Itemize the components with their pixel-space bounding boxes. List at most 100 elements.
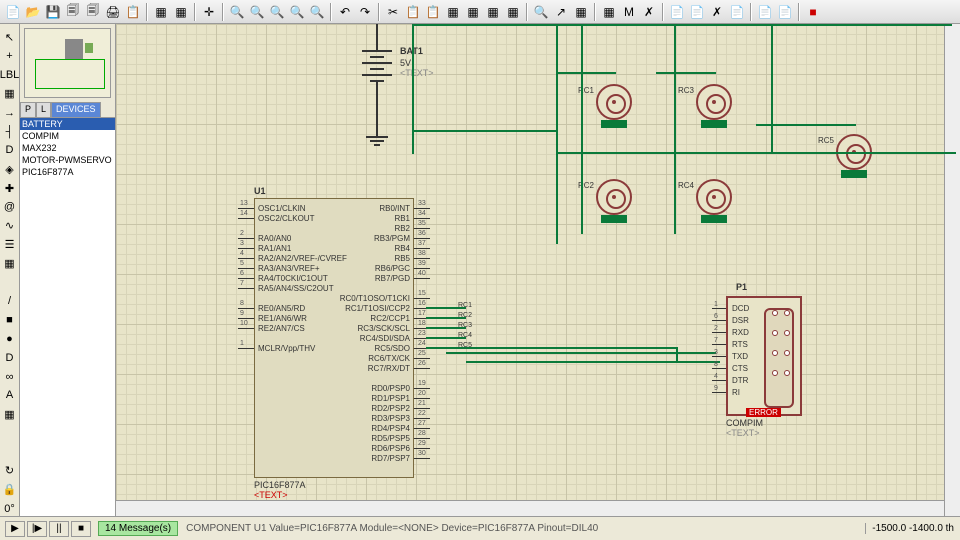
tab-l[interactable]: L (36, 102, 51, 117)
toolbar-btn-28[interactable]: ▦ (504, 3, 522, 21)
toolbar-btn-17[interactable]: 🔍 (308, 3, 326, 21)
left-tool-13[interactable] (2, 275, 18, 290)
toolbar-btn-41[interactable]: 📄 (728, 3, 746, 21)
tab-p[interactable]: P (20, 102, 36, 117)
toolbar-btn-15[interactable]: 🔍 (268, 3, 286, 21)
motor-rc3[interactable] (696, 84, 732, 120)
toolbar-btn-32[interactable]: ▦ (572, 3, 590, 21)
left-tool-4[interactable]: → (2, 105, 18, 120)
toolbar-btn-22[interactable]: ✂ (384, 3, 402, 21)
scrollbar-horizontal[interactable] (116, 500, 944, 516)
toolbar-btn-5[interactable]: 🖨 (104, 3, 122, 21)
toolbar-btn-1[interactable]: 📂 (24, 3, 42, 21)
motor-rc4[interactable] (696, 179, 732, 215)
device-list[interactable]: BATTERYCOMPIMMAX232MOTOR-PWMSERVOPIC16F8… (20, 118, 115, 516)
left-tool-14[interactable]: / (2, 294, 18, 309)
toolbar-btn-34[interactable]: ▦ (600, 3, 618, 21)
motor-rc1[interactable] (596, 84, 632, 120)
left-tool-5[interactable]: ┤ (2, 124, 18, 139)
db9-error: ERROR (746, 408, 781, 417)
toolbar-btn-2[interactable]: 💾 (44, 3, 62, 21)
left-tool-24[interactable]: 🔒 (2, 482, 18, 497)
status-bar: ▶|▶||■ 14 Message(s) COMPONENT U1 Value=… (0, 516, 960, 540)
db9-ref: P1 (736, 282, 747, 292)
toolbar-btn-14[interactable]: 🔍 (248, 3, 266, 21)
left-tool-19[interactable]: A (2, 388, 18, 403)
device-compim[interactable]: COMPIM (20, 130, 115, 142)
left-tool-18[interactable]: ∞ (2, 369, 18, 384)
toolbar-btn-27[interactable]: ▦ (484, 3, 502, 21)
toolbar-btn-46[interactable]: ■ (804, 3, 822, 21)
toolbar-btn-16[interactable]: 🔍 (288, 3, 306, 21)
toolbar-btn-36[interactable]: ✗ (640, 3, 658, 21)
sim-control-0[interactable]: ▶ (5, 521, 25, 537)
left-tool-7[interactable]: ◈ (2, 162, 18, 177)
chip-part: PIC16F877A (254, 480, 306, 490)
message-count[interactable]: 14 Message(s) (98, 521, 178, 536)
toolbar-btn-43[interactable]: 📄 (756, 3, 774, 21)
left-tool-16[interactable]: ● (2, 332, 18, 347)
left-tool-3[interactable]: ▦ (2, 87, 18, 102)
left-tool-22[interactable] (2, 445, 18, 460)
overview-panel[interactable] (24, 28, 111, 98)
left-tool-8[interactable]: ✚ (2, 181, 18, 196)
toolbar-btn-31[interactable]: ↗ (552, 3, 570, 21)
toolbar-btn-35[interactable]: M (620, 3, 638, 21)
toolbar-btn-9[interactable]: ▦ (172, 3, 190, 21)
device-tabs: PLDEVICES (20, 102, 115, 118)
left-tool-17[interactable]: D (2, 350, 18, 365)
left-tool-10[interactable]: ∿ (2, 218, 18, 233)
status-info: COMPONENT U1 Value=PIC16F877A Module=<NO… (186, 523, 598, 534)
left-tool-15[interactable]: ■ (2, 313, 18, 328)
device-battery[interactable]: BATTERY (20, 118, 115, 130)
toolbar-btn-44[interactable]: 📄 (776, 3, 794, 21)
left-tool-12[interactable]: ▦ (2, 256, 18, 271)
toolbar-btn-39[interactable]: 📄 (688, 3, 706, 21)
toolbar-btn-19[interactable]: ↶ (336, 3, 354, 21)
left-tool-25[interactable]: 0° (2, 501, 18, 516)
motor-rc2[interactable] (596, 179, 632, 215)
toolbar-btn-40[interactable]: ✗ (708, 3, 726, 21)
chip-text: <TEXT> (254, 490, 288, 500)
toolbar-btn-26[interactable]: ▦ (464, 3, 482, 21)
left-tool-1[interactable]: + (2, 49, 18, 64)
battery-voltage: 5V (400, 58, 411, 68)
main-area: ↖ + LBL ▦ → ┤ D ◈ ✚ @ ∿ ☰ ▦ / ■ ● D ∞ A ▦ ↻ 🔒 0° PLDEVICES BAT… (0, 24, 960, 516)
left-tool-23[interactable]: ↻ (2, 463, 18, 478)
toolbar-btn-3[interactable]: 🗐 (64, 3, 82, 21)
db9-part: COMPIM (726, 418, 763, 428)
left-tool-20[interactable]: ▦ (2, 407, 18, 422)
left-tool-6[interactable]: D (2, 143, 18, 158)
device-motor-pwmservo[interactable]: MOTOR-PWMSERVO (20, 154, 115, 166)
toolbar-btn-38[interactable]: 📄 (668, 3, 686, 21)
toolbar-btn-0[interactable]: 📄 (4, 3, 22, 21)
toolbar-btn-20[interactable]: ↷ (356, 3, 374, 21)
main-toolbar: 📄📂💾🗐🗐🖨📋▦▦✛🔍🔍🔍🔍🔍↶↷✂📋📋▦▦▦▦🔍↗▦▦M✗📄📄✗📄📄📄■ (0, 0, 960, 24)
toolbar-btn-25[interactable]: ▦ (444, 3, 462, 21)
toolbar-btn-30[interactable]: 🔍 (532, 3, 550, 21)
left-tool-9[interactable]: @ (2, 200, 18, 215)
left-toolbox: ↖ + LBL ▦ → ┤ D ◈ ✚ @ ∿ ☰ ▦ / ■ ● D ∞ A ▦ ↻ 🔒 0° (0, 24, 20, 516)
left-tool-11[interactable]: ☰ (2, 237, 18, 252)
battery-text: <TEXT> (400, 68, 434, 78)
toolbar-btn-11[interactable]: ✛ (200, 3, 218, 21)
toolbar-btn-6[interactable]: 📋 (124, 3, 142, 21)
left-tool-2[interactable]: LBL (2, 68, 18, 83)
toolbar-btn-8[interactable]: ▦ (152, 3, 170, 21)
toolbar-btn-4[interactable]: 🗐 (84, 3, 102, 21)
left-tool-21[interactable] (2, 426, 18, 441)
schematic-canvas[interactable]: BAT1 5V <TEXT> U1 13OSC1/CLKIN14OSC2/CLK… (116, 24, 960, 516)
scrollbar-vertical[interactable] (944, 24, 960, 516)
toolbar-btn-23[interactable]: 📋 (404, 3, 422, 21)
toolbar-btn-24[interactable]: 📋 (424, 3, 442, 21)
device-pic16f877a[interactable]: PIC16F877A (20, 166, 115, 178)
coordinates: -1500.0 -1400.0 th (865, 523, 960, 534)
db9-text: <TEXT> (726, 428, 760, 438)
tab-devices[interactable]: DEVICES (51, 102, 101, 117)
sim-control-2[interactable]: || (49, 521, 69, 537)
device-max232[interactable]: MAX232 (20, 142, 115, 154)
sim-control-1[interactable]: |▶ (27, 521, 47, 537)
toolbar-btn-13[interactable]: 🔍 (228, 3, 246, 21)
left-tool-0[interactable]: ↖ (2, 30, 18, 45)
sim-control-3[interactable]: ■ (71, 521, 91, 537)
